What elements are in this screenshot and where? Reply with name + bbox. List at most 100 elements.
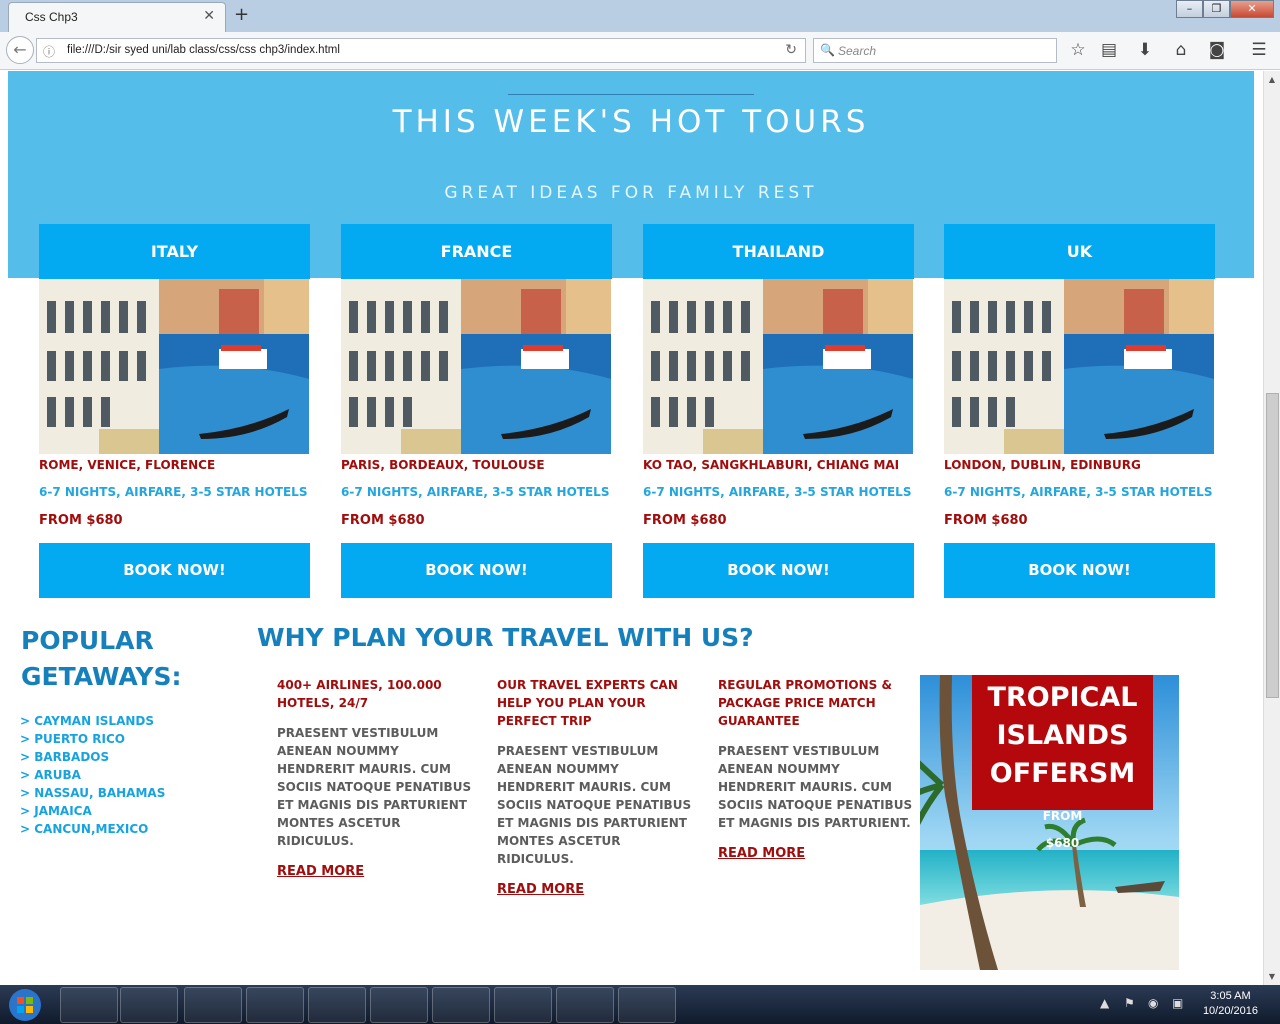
why-column: OUR TRAVEL EXPERTS CAN HELP YOU PLAN YOU… bbox=[497, 676, 697, 897]
getaway-link[interactable]: > BARBADOS bbox=[20, 748, 165, 766]
address-bar[interactable]: ⓘ file:///D:/sir syed uni/lab class/css/… bbox=[36, 38, 806, 63]
windows-taskbar: ▲ ⚑ ◉ ▣ 3:05 AM 10/20/2016 bbox=[0, 985, 1280, 1024]
tour-country[interactable]: UK bbox=[944, 224, 1215, 279]
reading-list-icon[interactable]: ▤ bbox=[1098, 40, 1120, 60]
tour-cities: ROME, VENICE, FLORENCE bbox=[39, 458, 216, 472]
promo-line: ISLANDS bbox=[996, 720, 1129, 751]
getaway-link[interactable]: > JAMAICA bbox=[20, 802, 165, 820]
clock-time: 3:05 AM bbox=[1210, 990, 1251, 1002]
book-now-button[interactable]: BOOK NOW! bbox=[341, 543, 612, 598]
window-controls: – ❐ ✕ bbox=[1176, 0, 1274, 18]
tour-cities: KO TAO, SANGKHLABURI, CHIANG MAI bbox=[643, 458, 900, 472]
bookmark-star-icon[interactable]: ☆ bbox=[1067, 40, 1089, 60]
why-heading: OUR TRAVEL EXPERTS CAN HELP YOU PLAN YOU… bbox=[497, 678, 678, 728]
getaway-link[interactable]: > ARUBA bbox=[20, 766, 165, 784]
why-column: 400+ AIRLINES, 100.000 HOTELS, 24/7 PRAE… bbox=[277, 676, 477, 879]
tour-cities: LONDON, DUBLIN, EDINBURG bbox=[944, 458, 1141, 472]
book-now-button[interactable]: BOOK NOW! bbox=[643, 543, 914, 598]
tropical-promo[interactable]: TROPICAL ISLANDS OFFERSM FROM $680 bbox=[920, 675, 1179, 970]
back-arrow-icon[interactable]: ← bbox=[6, 36, 34, 64]
minimize-button[interactable]: – bbox=[1176, 0, 1203, 18]
home-icon[interactable]: ⌂ bbox=[1170, 40, 1192, 60]
promo-from: FROM bbox=[1042, 809, 1083, 823]
book-now-button[interactable]: BOOK NOW! bbox=[39, 543, 310, 598]
why-body: PRAESENT VESTIBULUM AENEAN NOUMMY HENDRE… bbox=[277, 726, 472, 848]
tour-country[interactable]: FRANCE bbox=[341, 224, 612, 279]
tray-app-icon[interactable]: ◉ bbox=[1148, 996, 1158, 1010]
new-tab-icon[interactable]: + bbox=[234, 4, 249, 25]
why-plan-title: WHY PLAN YOUR TRAVEL WITH US? bbox=[257, 623, 754, 652]
read-more-link[interactable]: READ MORE bbox=[718, 846, 805, 861]
why-column: REGULAR PROMOTIONS & PACKAGE PRICE MATCH… bbox=[718, 676, 918, 861]
tour-cities: PARIS, BORDEAUX, TOULOUSE bbox=[341, 458, 545, 472]
browser-titlebar: Css Chp3 ✕ + – ❐ ✕ bbox=[0, 0, 1280, 32]
venice-image bbox=[944, 279, 1214, 454]
promo-price: $680 bbox=[1045, 836, 1080, 850]
read-more-link[interactable]: READ MORE bbox=[277, 864, 364, 879]
winrar-icon[interactable] bbox=[60, 987, 118, 1023]
tour-card: FRANCE PARIS, BORDEAUX, TOULOUSE 6-7 NIG… bbox=[341, 224, 612, 598]
hero-subtitle: GREAT IDEAS FOR FAMILY REST bbox=[444, 183, 818, 203]
network-icon[interactable]: ▣ bbox=[1172, 996, 1183, 1010]
internet-explorer-icon[interactable] bbox=[370, 987, 428, 1023]
getaway-link[interactable]: > NASSAU, BAHAMAS bbox=[20, 784, 165, 802]
start-button-icon[interactable] bbox=[4, 986, 46, 1024]
promo-label-box: TROPICAL ISLANDS OFFERSM FROM $680 bbox=[972, 675, 1153, 850]
getaway-link[interactable]: > PUERTO RICO bbox=[20, 730, 165, 748]
info-icon[interactable]: ⓘ bbox=[43, 43, 55, 60]
file-explorer-icon[interactable] bbox=[184, 987, 242, 1023]
notepad-icon[interactable] bbox=[432, 987, 490, 1023]
download-icon[interactable]: ⬇ bbox=[1134, 40, 1156, 60]
menu-icon[interactable]: ☰ bbox=[1248, 40, 1270, 60]
page-viewport: THIS WEEK'S HOT TOURS GREAT IDEAS FOR FA… bbox=[0, 71, 1263, 985]
why-body: PRAESENT VESTIBULUM AENEAN NOUMMY HENDRE… bbox=[718, 744, 913, 830]
skype-icon[interactable] bbox=[308, 987, 366, 1023]
read-more-link[interactable]: READ MORE bbox=[497, 882, 584, 897]
chrome-icon[interactable] bbox=[556, 987, 614, 1023]
tour-country[interactable]: ITALY bbox=[39, 224, 310, 279]
photoshop-icon[interactable] bbox=[618, 987, 676, 1023]
action-center-flag-icon[interactable]: ⚑ bbox=[1124, 996, 1135, 1010]
promo-line: OFFERSM FROM bbox=[972, 755, 1153, 835]
tray-arrow-icon[interactable]: ▲ bbox=[1100, 996, 1109, 1010]
media-player-icon[interactable] bbox=[120, 987, 178, 1023]
close-window-button[interactable]: ✕ bbox=[1230, 0, 1274, 18]
firefox-icon[interactable] bbox=[494, 987, 552, 1023]
browser-navbar: ← ⓘ file:///D:/sir syed uni/lab class/cs… bbox=[0, 32, 1280, 70]
hero-title: THIS WEEK'S HOT TOURS bbox=[392, 104, 870, 140]
venice-image bbox=[39, 279, 309, 454]
scroll-down-icon[interactable]: ▼ bbox=[1264, 968, 1280, 985]
popular-getaways-list: > CAYMAN ISLANDS > PUERTO RICO > BARBADO… bbox=[20, 712, 165, 838]
why-heading: REGULAR PROMOTIONS & PACKAGE PRICE MATCH… bbox=[718, 678, 892, 728]
why-heading: 400+ AIRLINES, 100.000 HOTELS, 24/7 bbox=[277, 678, 442, 710]
tour-price: FROM $680 bbox=[39, 513, 123, 528]
vertical-scrollbar[interactable]: ▲ ▼ bbox=[1263, 71, 1280, 985]
getaway-link[interactable]: > CAYMAN ISLANDS bbox=[20, 712, 165, 730]
book-now-button[interactable]: BOOK NOW! bbox=[944, 543, 1215, 598]
clock-date: 10/20/2016 bbox=[1202, 1005, 1258, 1017]
search-input[interactable]: 🔍 Search bbox=[813, 38, 1057, 63]
venice-image bbox=[341, 279, 611, 454]
scroll-up-icon[interactable]: ▲ bbox=[1264, 71, 1280, 88]
tour-country[interactable]: THAILAND bbox=[643, 224, 914, 279]
getaway-link[interactable]: > CANCUN,MEXICO bbox=[20, 820, 165, 838]
tour-price: FROM $680 bbox=[944, 513, 1028, 528]
tab-title: Css Chp3 bbox=[25, 10, 78, 24]
pocket-icon[interactable]: ◙ bbox=[1206, 40, 1228, 60]
tour-price: FROM $680 bbox=[643, 513, 727, 528]
popular-getaways-title: POPULAR GETAWAYS: bbox=[21, 626, 182, 691]
browser-tab[interactable]: Css Chp3 ✕ bbox=[8, 2, 226, 32]
utorrent-icon[interactable] bbox=[246, 987, 304, 1023]
tour-card: UK LONDON, DUBLIN, EDINBURG 6-7 NIGHTS, … bbox=[944, 224, 1215, 598]
search-placeholder: Search bbox=[838, 44, 877, 58]
system-clock[interactable]: 3:05 AM 10/20/2016 bbox=[1203, 989, 1258, 1019]
tab-close-icon[interactable]: ✕ bbox=[203, 8, 215, 24]
why-body: PRAESENT VESTIBULUM AENEAN NOUMMY HENDRE… bbox=[497, 744, 692, 866]
scrollbar-thumb[interactable] bbox=[1266, 393, 1279, 698]
tour-price: FROM $680 bbox=[341, 513, 425, 528]
reload-icon[interactable]: ↻ bbox=[785, 42, 797, 58]
url-text[interactable]: file:///D:/sir syed uni/lab class/css/cs… bbox=[67, 44, 340, 56]
search-icon: 🔍 bbox=[820, 43, 835, 57]
promo-line-text: OFFERSM bbox=[989, 758, 1136, 789]
maximize-button[interactable]: ❐ bbox=[1203, 0, 1230, 18]
